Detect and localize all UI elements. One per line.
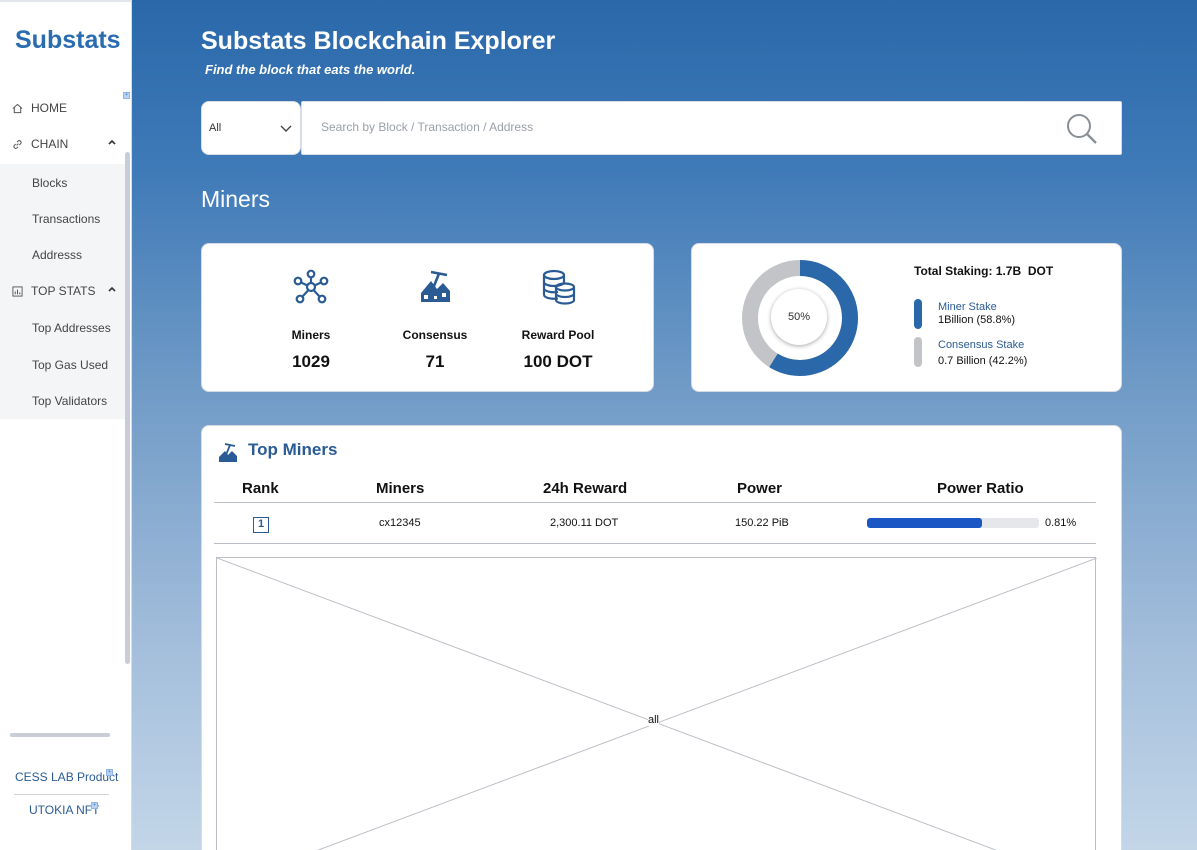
cess-lab-link[interactable]: CESS LAB Product <box>15 770 118 784</box>
image-placeholder: all <box>216 557 1097 850</box>
legend-miner-value: 1Billion (58.8%) <box>938 314 1016 326</box>
sidebar-item-label: HOME <box>31 101 67 115</box>
sidebar-item-top-addresses[interactable]: Top Addresses <box>0 309 126 346</box>
utokia-nft-link[interactable]: UTOKIA NFT <box>29 803 99 817</box>
chevron-up-icon[interactable] <box>107 137 117 147</box>
search-filter-value: All <box>209 122 222 134</box>
page-title: Substats Blockchain Explorer <box>201 27 556 55</box>
mining-icon <box>219 443 237 462</box>
donut-center-label: 50% <box>771 289 827 345</box>
table-header-divider <box>214 502 1096 503</box>
sidebar-item-chain[interactable]: CHAIN <box>0 126 126 162</box>
column-header-power[interactable]: Power <box>737 480 782 497</box>
top-miners-title: Top Miners <box>248 440 338 459</box>
miner-address-link[interactable]: cx12345 <box>379 517 421 529</box>
stat-miners-label: Miners <box>291 328 331 342</box>
total-staking-label: Total Staking: <box>914 264 993 278</box>
network-icon <box>293 269 329 304</box>
search-filter-select[interactable]: All <box>201 101 301 155</box>
legend-miner-name: Miner Stake <box>938 301 997 313</box>
sidebar-item-addresss[interactable]: Addresss <box>0 236 126 273</box>
stat-consensus: Consensus 71 <box>380 269 490 372</box>
stat-reward-pool-label: Reward Pool <box>521 328 595 342</box>
link-icon <box>11 138 23 150</box>
brand-logo[interactable]: Substats <box>15 26 121 55</box>
miner-reward: 2,300.11 DOT <box>550 517 619 529</box>
stat-miners-value: 1029 <box>292 352 330 371</box>
stat-consensus-label: Consensus <box>402 328 468 342</box>
total-staking: Total Staking: 1.7B DOT <box>914 264 1053 278</box>
bar-chart-icon <box>11 285 23 297</box>
coins-icon <box>542 269 576 305</box>
placeholder-cross <box>217 558 1097 850</box>
search-bar <box>301 101 1122 155</box>
rank-badge: 1 <box>253 517 269 533</box>
search-input[interactable] <box>321 102 1021 152</box>
column-header-miners[interactable]: Miners <box>376 480 424 497</box>
sidebar-horizontal-scrollbar[interactable] <box>10 733 110 737</box>
column-header-24h-reward[interactable]: 24h Reward <box>543 480 627 497</box>
sidebar-item-home[interactable]: HOME <box>0 90 126 126</box>
legend-miner-swatch <box>914 299 922 329</box>
chevron-down-icon <box>280 125 292 132</box>
column-header-rank[interactable]: Rank <box>242 480 279 497</box>
legend-consensus-value: 0.7 Billion (42.2%) <box>938 355 1028 367</box>
footer-divider <box>14 794 109 795</box>
miner-power: 150.22 PiB <box>735 517 789 529</box>
placeholder-label: all <box>648 714 660 726</box>
legend-consensus-name: Consensus Stake <box>938 339 1025 351</box>
total-staking-value: 1.7B DOT <box>995 264 1054 278</box>
page-tagline: Find the block that eats the world. <box>205 62 416 77</box>
section-title: Miners <box>201 186 271 212</box>
sidebar-scrollbar[interactable] <box>125 152 130 664</box>
sidebar-item-transactions[interactable]: Transactions <box>0 200 126 237</box>
external-link-icon: + <box>106 769 113 776</box>
stat-consensus-value: 71 <box>425 352 445 371</box>
top-miners-card: Top Miners Rank Miners 24h Reward Power … <box>201 425 1122 850</box>
column-header-power-ratio[interactable]: Power Ratio <box>937 480 1024 497</box>
sidebar-top-border <box>0 0 132 2</box>
home-icon <box>11 102 23 114</box>
miner-stats-card: Miners 1029 Consensus 71 Reward Pool 100 <box>201 243 654 392</box>
power-ratio-fill <box>867 518 983 528</box>
staking-card: 50% Total Staking: 1.7B DOT Miner Stake … <box>691 243 1122 392</box>
search-icon[interactable] <box>1065 112 1099 146</box>
legend-consensus-swatch <box>914 337 922 367</box>
badge-icon: + <box>123 92 130 99</box>
chevron-up-icon[interactable] <box>107 284 117 294</box>
sidebar-item-label: CHAIN <box>31 137 69 151</box>
power-ratio-value: 0.81% <box>1045 517 1077 529</box>
sidebar-item-top-gas-used[interactable]: Top Gas Used <box>0 346 126 383</box>
sidebar-item-blocks[interactable]: Blocks <box>0 164 126 201</box>
sidebar-item-label: TOP STATS <box>31 284 96 298</box>
stat-reward-pool-value: 100 DOT <box>523 352 593 371</box>
table-row-divider <box>214 543 1096 544</box>
mining-icon <box>421 270 450 302</box>
main-content: Substats Blockchain Explorer Find the bl… <box>132 0 1197 850</box>
external-link-icon: + <box>91 802 98 809</box>
power-ratio-bar <box>867 518 1039 528</box>
sidebar-item-top-validators[interactable]: Top Validators <box>0 382 126 419</box>
stat-miners: Miners 1029 <box>256 269 366 372</box>
sidebar-item-top-stats[interactable]: TOP STATS <box>0 273 126 309</box>
stat-reward-pool: Reward Pool 100 DOT <box>503 269 613 372</box>
sidebar: Substats HOME + CHAIN Blocks Transaction… <box>0 0 132 850</box>
